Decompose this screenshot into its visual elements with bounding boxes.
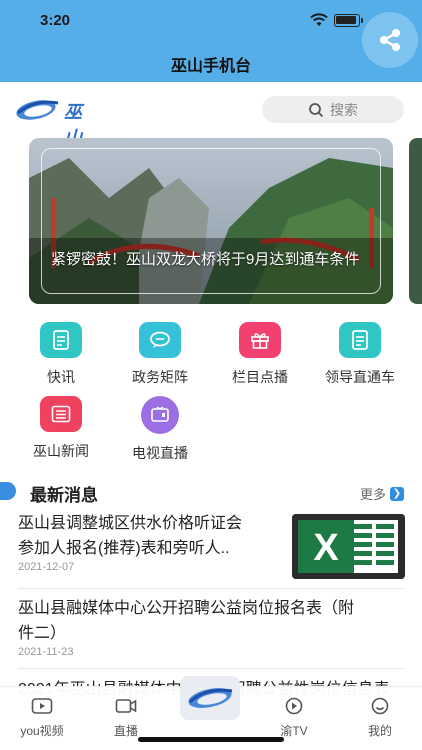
tab-you-video[interactable]: you视频 bbox=[12, 697, 72, 739]
category-label: 栏目点播 bbox=[232, 369, 288, 385]
tab-home-center[interactable] bbox=[180, 676, 240, 720]
category-label: 政务矩阵 bbox=[132, 369, 188, 385]
category-kuaixun[interactable]: 快讯 bbox=[16, 322, 106, 387]
page-title: 巫山手机台 bbox=[170, 58, 251, 75]
smile-icon bbox=[371, 697, 389, 715]
banner-frame bbox=[41, 148, 381, 294]
tab-yu-tv[interactable]: 渝TV bbox=[264, 697, 324, 739]
camera-icon bbox=[115, 699, 137, 713]
gift-icon bbox=[239, 322, 281, 358]
document-icon bbox=[40, 322, 82, 358]
wifi-icon bbox=[310, 13, 328, 26]
status-icons bbox=[310, 13, 363, 27]
news-date: 2021-11-23 bbox=[18, 646, 74, 658]
category-label: 快讯 bbox=[47, 369, 75, 385]
tv-icon bbox=[141, 396, 179, 434]
banner-carousel[interactable]: 紧锣密鼓！巫山双龙大桥将于9月达到通车条件 bbox=[29, 138, 393, 304]
chevron-right-icon: ❯ bbox=[390, 486, 404, 501]
category-news[interactable]: 巫山新闻 bbox=[16, 396, 106, 461]
excel-icon: X bbox=[292, 514, 405, 579]
news-title: 巫山县融媒体中心公开招聘公益岗位报名表（附 件二） bbox=[18, 596, 408, 646]
search-input[interactable]: 搜索 bbox=[262, 96, 404, 123]
top-bar: 3:20 巫山手机台 bbox=[0, 0, 422, 82]
category-label: 电视直播 bbox=[132, 445, 188, 461]
news-title: 巫山县调整城区供水价格听证会 参加人报名(推荐)表和旁听人.. bbox=[18, 511, 288, 561]
section-accent-bar bbox=[0, 482, 16, 500]
category-lanmu[interactable]: 栏目点播 bbox=[215, 322, 305, 387]
tab-label: 我的 bbox=[367, 724, 392, 738]
battery-icon bbox=[334, 13, 363, 27]
home-indicator[interactable] bbox=[138, 737, 284, 742]
divider bbox=[18, 588, 404, 589]
search-placeholder: 搜索 bbox=[330, 101, 358, 118]
category-lingdao[interactable]: 领导直通车 bbox=[315, 322, 405, 387]
list-icon bbox=[40, 396, 82, 432]
app-logo: 巫山手机台 bbox=[14, 94, 82, 226]
category-tv-live[interactable]: 电视直播 bbox=[115, 396, 205, 463]
more-link[interactable]: 更多 ❯ bbox=[360, 484, 404, 503]
status-time: 3:20 bbox=[40, 12, 71, 29]
video-play-icon bbox=[31, 698, 53, 714]
banner-next-slide[interactable] bbox=[409, 138, 422, 304]
share-icon bbox=[380, 29, 400, 51]
category-label: 领导直通车 bbox=[325, 369, 395, 385]
tab-label: you视频 bbox=[20, 724, 64, 738]
category-zhengwu[interactable]: 政务矩阵 bbox=[115, 322, 205, 387]
chat-bubble-icon bbox=[139, 322, 181, 358]
news-title-line: 巫山县调整城区供水价格听证会 bbox=[18, 515, 243, 532]
news-title-line: 参加人报名(推荐)表和旁听人.. bbox=[18, 540, 230, 557]
more-label: 更多 bbox=[359, 487, 386, 502]
tab-live[interactable]: 直播 bbox=[96, 697, 156, 739]
tab-mine[interactable]: 我的 bbox=[350, 697, 410, 739]
play-circle-icon bbox=[285, 697, 303, 715]
divider bbox=[18, 668, 404, 669]
logo-swoosh-icon bbox=[16, 100, 59, 120]
svg-text:X: X bbox=[313, 527, 339, 569]
category-label: 巫山新闻 bbox=[33, 443, 89, 459]
app-logo-icon bbox=[188, 688, 233, 708]
section-title: 最新消息 bbox=[30, 486, 98, 505]
news-date: 2021-12-07 bbox=[18, 561, 75, 573]
news-title-line: 件二） bbox=[18, 625, 67, 642]
news-title-line: 巫山县融媒体中心公开招聘公益岗位报名表（附 bbox=[18, 600, 355, 617]
document-icon bbox=[339, 322, 381, 358]
banner-caption: 紧锣密鼓！巫山双龙大桥将于9月达到通车条件 bbox=[51, 251, 360, 268]
search-icon bbox=[309, 102, 324, 117]
